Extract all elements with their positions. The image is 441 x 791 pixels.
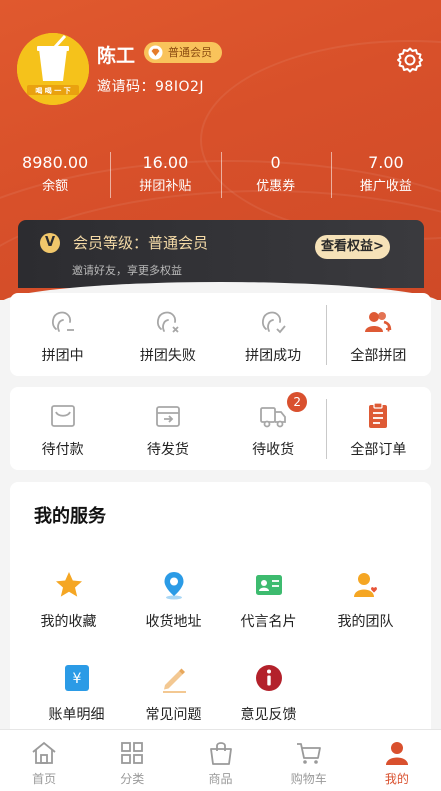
view-benefits-button[interactable]: 查看权益>	[315, 235, 390, 259]
member-badge-label: 普通会员	[168, 46, 212, 59]
wallet-icon	[50, 405, 75, 427]
tab-label: 商品	[208, 772, 233, 786]
all-groups-icon	[365, 312, 392, 332]
user-icon	[385, 742, 408, 765]
truck-icon	[260, 407, 287, 428]
tab-mine[interactable]: 我的	[353, 730, 441, 791]
all-groups-entry[interactable]: 全部拼团	[325, 293, 431, 376]
group-pending-entry[interactable]: 拼团中	[10, 293, 115, 376]
service-label: 收货地址	[145, 614, 202, 630]
service-label: 代言名片	[240, 614, 297, 630]
pending-payment-label: 待付款	[41, 442, 84, 458]
group-success-label: 拼团成功	[245, 348, 302, 364]
stat-value: 0	[270, 153, 281, 172]
pending-receipt-entry[interactable]: 待收货	[221, 387, 326, 470]
all-groups-label: 全部拼团	[350, 348, 407, 364]
settings-gear-icon[interactable]	[396, 46, 424, 74]
bottom-tab-bar: 首页 分类 商品 购物车 我的	[0, 729, 441, 791]
service-label: 账单明细	[48, 707, 105, 723]
location-icon	[164, 572, 183, 600]
tab-label: 购物车	[290, 772, 327, 786]
group-pending-label: 拼团中	[41, 348, 84, 364]
service-bill-details[interactable]: ¥ 账单明细	[24, 662, 129, 724]
service-feedback[interactable]: 意见反馈	[216, 662, 321, 724]
services-card: 我的服务 我的收藏 收货地址 代言名片 我的团队 ¥ 账单明细 常见问题 意见反…	[10, 482, 431, 742]
stat-label: 拼团补贴	[139, 179, 192, 194]
tab-cart[interactable]: 购物车	[265, 730, 353, 791]
service-label: 我的团队	[337, 614, 394, 630]
group-buy-card: 拼团中 拼团失败 拼团成功 全部拼团	[10, 293, 431, 376]
member-badge: 普通会员	[144, 42, 222, 63]
group-failed-icon	[156, 311, 179, 333]
clipboard-icon	[369, 402, 388, 428]
tab-home[interactable]: 首页	[0, 730, 88, 791]
vip-icon: V	[40, 233, 60, 253]
drink-cup-icon: 喝 喝 一 下	[17, 33, 89, 105]
service-address[interactable]: 收货地址	[121, 569, 226, 631]
stat-value: 8980.00	[22, 153, 89, 172]
tab-label: 首页	[32, 772, 57, 786]
business-card-icon	[255, 575, 282, 595]
svg-text:¥: ¥	[72, 671, 81, 687]
profile-header: 喝 喝 一 下 陈工 普通会员 邀请码：98IO2J 8980.00 余额 16…	[0, 0, 441, 300]
group-success-entry[interactable]: 拼团成功	[221, 293, 326, 376]
bill-icon: ¥	[64, 665, 89, 691]
stat-value: 16.00	[142, 153, 189, 172]
pending-payment-entry[interactable]: 待付款	[10, 387, 115, 470]
group-success-icon	[262, 311, 286, 334]
stat-group-subsidy[interactable]: 16.00 拼团补贴	[110, 152, 220, 200]
pending-shipment-entry[interactable]: 2 待发货	[115, 387, 308, 470]
services-title: 我的服务	[34, 506, 106, 527]
team-icon	[353, 573, 377, 597]
cart-icon	[296, 743, 321, 764]
stat-balance[interactable]: 8980.00 余额	[0, 152, 110, 200]
tab-label: 我的	[384, 772, 409, 786]
star-icon	[55, 572, 82, 597]
tab-label: 分类	[120, 772, 145, 786]
stat-label: 优惠券	[256, 179, 296, 194]
orders-card: 待付款 2 待发货 待收货 全部订单	[10, 387, 431, 470]
stat-label: 余额	[42, 179, 69, 194]
svg-text:喝 喝 一 下: 喝 喝 一 下	[35, 86, 70, 95]
avatar[interactable]: 喝 喝 一 下	[17, 33, 89, 105]
ship-box-icon	[155, 406, 180, 427]
stat-coupons[interactable]: 0 优惠券	[220, 152, 331, 200]
group-failed-label: 拼团失败	[139, 348, 196, 364]
service-favorites[interactable]: 我的收藏	[16, 569, 121, 631]
invite-code[interactable]: 邀请码：98IO2J	[97, 76, 204, 96]
info-icon	[255, 665, 282, 691]
all-orders-entry[interactable]: 全部订单	[325, 387, 431, 470]
category-icon	[121, 742, 144, 764]
user-name: 陈工	[97, 45, 136, 67]
service-team[interactable]: 我的团队	[313, 569, 418, 631]
diamond-icon	[148, 45, 163, 60]
membership-subtitle: 邀请好友，享更多权益	[72, 264, 182, 277]
home-icon	[32, 741, 56, 764]
stat-promotion-earnings[interactable]: 7.00 推广收益	[330, 152, 441, 200]
service-faq[interactable]: 常见问题	[121, 662, 226, 724]
service-label: 常见问题	[145, 707, 202, 723]
group-failed-entry[interactable]: 拼团失败	[115, 293, 220, 376]
stat-label: 推广收益	[359, 179, 412, 194]
pending-shipment-label: 待发货	[146, 442, 189, 458]
service-business-card[interactable]: 代言名片	[216, 569, 321, 631]
stats-bar: 8980.00 余额 16.00 拼团补贴 0 优惠券 7.00 推广收益	[0, 152, 441, 200]
membership-card: V 会员等级：普通会员 邀请好友，享更多权益 查看权益>	[18, 220, 424, 288]
tab-products[interactable]: 商品	[176, 730, 264, 791]
pencil-icon	[162, 668, 186, 693]
service-label: 我的收藏	[40, 614, 97, 630]
group-pending-icon	[51, 311, 74, 332]
all-orders-label: 全部订单	[350, 442, 407, 458]
tab-category[interactable]: 分类	[88, 730, 176, 791]
service-label: 意见反馈	[240, 707, 297, 723]
stat-value: 7.00	[368, 153, 404, 172]
bag-icon	[209, 742, 232, 765]
membership-level: 会员等级：普通会员	[73, 234, 209, 252]
pending-receipt-label: 待收货	[252, 442, 295, 458]
